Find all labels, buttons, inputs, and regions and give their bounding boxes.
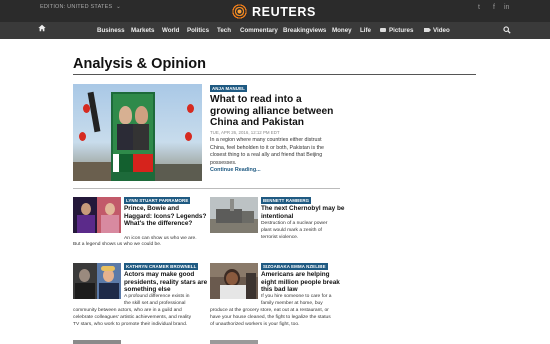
video-camera-icon [424,28,431,32]
featured-summary: In a region where many countries either … [210,137,324,166]
nav-item-life[interactable]: Life [360,27,371,34]
story-thumbnail[interactable] [210,197,258,233]
edition-selector[interactable]: EDITION: UNITED STATES ⌄ [40,4,121,10]
story-thumbnail[interactable] [210,263,258,299]
building [242,211,254,223]
continue-reading-link[interactable]: Continue Reading... [210,167,261,173]
story-headline[interactable]: The next Chernobyl may be intentional [261,205,345,220]
author-badge[interactable]: LYNN STUART PARRAMORE [124,197,191,204]
story-summary-line: plant would mark a zenith of [261,228,322,233]
portrait-right-suit [133,124,149,150]
nav-item-money[interactable]: Money [332,27,352,34]
chimney [230,199,234,211]
story-summary-line: have your house cleaned, the fight to le… [210,315,331,320]
linkedin-icon[interactable]: in [504,4,509,11]
story-summary-line: of unauthorized workers is your fight, t… [210,322,300,327]
street [73,162,111,181]
story-summary-line: terrorist violence. [261,235,299,240]
story-summary-line: family member at home, buy [261,301,323,306]
story-summary-line: community between actors, who are in a g… [73,308,182,313]
body [101,215,119,233]
story-summary-line: If you hire someone to care for a [261,294,332,299]
face [79,269,90,282]
home-icon[interactable] [38,24,46,32]
facebook-icon[interactable]: f [493,4,495,11]
story-summary-line: A profound difference exists in [124,294,190,299]
nav-item-politics[interactable]: Politics [187,27,209,34]
story-summary-line: TV stars, who work to promote their indi… [73,322,188,327]
china-flag [133,154,153,172]
chevron-down-icon: ⌄ [116,4,121,10]
story-headline[interactable]: Actors may make good presidents, reality… [124,271,208,294]
worker-figure [87,91,101,133]
twitter-icon[interactable]: t [478,4,480,11]
street [155,164,202,181]
story-summary-line: Destruction of a nuclear power [261,221,328,226]
face [226,272,238,285]
reuters-logo[interactable]: REUTERS [231,3,316,20]
body [75,283,95,299]
story-headline[interactable]: Americans are helping eight million peop… [261,271,345,294]
main-nav: Business Markets World Politics Tech Com… [0,22,550,39]
camera-icon [380,28,386,32]
body [220,285,246,299]
story-summary-line: celebrate colleagues' artistic achieveme… [73,315,192,320]
edition-label: EDITION: UNITED STATES [40,4,113,10]
nav-item-video-label: Video [433,27,450,34]
hair [101,266,115,271]
lantern [83,104,90,113]
author-badge[interactable]: BENNETT RAMBERG [261,197,312,204]
search-icon[interactable] [503,26,511,34]
story-thumbnail[interactable] [210,340,258,344]
portrait-right [135,106,148,124]
body [99,283,119,299]
lantern [187,104,194,113]
nav-item-video[interactable]: Video [424,27,450,34]
story-summary-line: But a legend shows us who we could be. [73,242,162,247]
nav-item-business[interactable]: Business [97,27,125,34]
lantern [185,132,192,141]
story-summary-line: the skill set and professional [124,301,186,306]
lantern [79,132,86,141]
body [77,215,95,233]
nav-item-world[interactable]: World [162,27,179,34]
face [105,203,115,215]
top-bar: EDITION: UNITED STATES ⌄ REUTERS t f in [0,0,550,22]
nav-item-commentary[interactable]: Commentary [240,27,278,34]
featured-headline[interactable]: What to read into a growing alliance bet… [210,94,342,129]
portrait-left [119,106,132,124]
author-badge[interactable]: ANJA MANUEL [210,85,247,92]
portrait-left-suit [117,124,133,150]
featured-timestamp: TUE, APR 26, 2016, 12:12 PM EDT [210,130,280,135]
section-divider [73,188,340,189]
featured-image[interactable] [73,84,202,181]
bystander [246,273,256,299]
logo-text: REUTERS [252,4,316,19]
page-title: Analysis & Opinion [73,56,206,72]
nav-item-markets[interactable]: Markets [131,27,154,34]
title-divider [73,74,476,75]
nav-item-breakingviews[interactable]: Breakingviews [283,27,326,34]
nav-item-pictures[interactable]: Pictures [380,27,413,34]
pakistan-flag-field [119,154,133,172]
story-thumbnail[interactable] [73,197,121,233]
author-badge[interactable]: KATHRYN CRAMER BROWNELL [124,263,199,270]
face [81,203,91,215]
nav-item-pictures-label: Pictures [389,27,414,34]
story-headline[interactable]: Prince, Bowie and Haggard: Icons? Legend… [124,205,208,228]
reactor-building [216,209,242,223]
story-thumbnail[interactable] [73,263,121,299]
author-badge[interactable]: SIZOABAKA EMMA NZELIBE [261,263,328,270]
story-summary-line: produce at the grocery store, eat out at… [210,308,329,313]
reuters-logo-icon [231,3,248,20]
nav-item-tech[interactable]: Tech [217,27,231,34]
story-thumbnail[interactable] [73,340,121,344]
